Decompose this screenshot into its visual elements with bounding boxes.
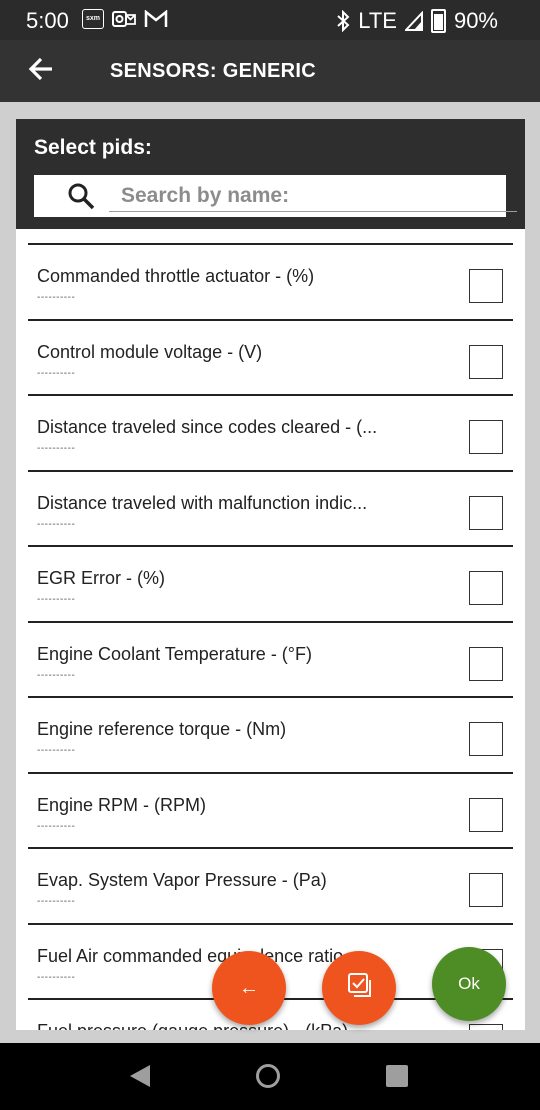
pid-checkbox[interactable] (469, 269, 503, 303)
list-item[interactable]: Distance traveled since codes cleared - … (28, 396, 513, 472)
pid-value: ---------- (37, 820, 76, 832)
list-item[interactable]: EGR Error - (%) ---------- (28, 547, 513, 623)
status-time: 5:00 (26, 8, 69, 33)
select-pids-dialog: Select pids: Commanded throttle actuator… (16, 119, 525, 1030)
pid-checkbox[interactable] (469, 420, 503, 454)
pid-name: Engine reference torque - (Nm) (37, 719, 287, 739)
list-item[interactable]: Control module voltage - (V) ---------- (28, 321, 513, 396)
pid-checkbox[interactable] (469, 722, 503, 756)
pid-name: Fuel Air commanded equivalence ratio (37, 945, 344, 966)
pid-name: Distance traveled since codes cleared - … (37, 417, 378, 437)
pid-value: ---------- (37, 367, 76, 379)
sxm-icon: sxm (82, 9, 104, 29)
pid-checkbox[interactable] (469, 797, 503, 832)
fab-ok-label: Ok (458, 974, 480, 993)
list-item[interactable]: Evap. System Vapor Pressure - (Pa) ------… (28, 849, 513, 925)
network-type: LTE (358, 8, 397, 33)
ok-fab-button[interactable]: Ok (432, 947, 506, 1021)
pid-value: ---------- (37, 971, 76, 983)
back-arrow-icon[interactable] (26, 53, 58, 85)
battery-icon (430, 9, 446, 33)
pid-value: ---------- (37, 669, 76, 681)
page-title: SENSORS: GENERIC (110, 60, 316, 82)
bluetooth-icon (337, 10, 350, 32)
pid-checkbox[interactable] (469, 1024, 503, 1030)
battery-level: 90% (453, 8, 498, 33)
search-icon (68, 183, 95, 210)
list-item[interactable]: Engine RPM - (RPM) ---------- (28, 774, 513, 849)
list-item[interactable]: Commanded throttle actuator - (%) -------… (28, 245, 513, 321)
nav-back-icon[interactable] (128, 1063, 152, 1089)
search-box (34, 175, 517, 217)
pid-value: ---------- (37, 745, 76, 756)
pid-checkbox[interactable] (469, 344, 503, 379)
pid-value: ---------- (37, 594, 76, 605)
pid-value: ---------- (37, 518, 76, 530)
pid-value: ---------- (37, 292, 76, 303)
pid-checkbox[interactable] (469, 873, 503, 907)
pid-name: Evap. System Vapor Pressure - (Pa) (37, 870, 327, 890)
back-fab-button[interactable]: ← (212, 951, 286, 1025)
pid-list: Commanded throttle actuator - (%) -------… (28, 243, 513, 1030)
list-item[interactable]: Engine Coolant Temperature - (°F) -------… (28, 623, 513, 698)
search-input[interactable] (109, 181, 517, 212)
fab-back-label: ← (239, 977, 259, 999)
pid-name: Fuel pressure (gauge pressure) - (kPa) (37, 1021, 348, 1030)
notification-icons: sxm (82, 9, 168, 29)
pid-value: ---------- (37, 443, 76, 454)
pid-name: Engine Coolant Temperature - (°F) (37, 643, 312, 664)
outlook-icon (112, 11, 136, 27)
list-item[interactable]: Engine reference torque - (Nm) ---------- (28, 698, 513, 774)
select-all-fab-button[interactable] (322, 951, 396, 1025)
pid-checkbox[interactable] (469, 571, 503, 605)
dialog-title: Select pids: (34, 136, 152, 159)
select-all-icon (348, 973, 371, 997)
system-status: LTE 90% (336, 8, 498, 34)
dialog-header: Select pids: (16, 119, 525, 229)
app-toolbar: SENSORS: GENERIC (0, 40, 540, 102)
pid-name: EGR Error - (%) (37, 568, 165, 588)
nav-home-icon[interactable] (256, 1064, 280, 1088)
gmail-icon (144, 10, 168, 27)
signal-icon (404, 11, 423, 31)
pid-name: Commanded throttle actuator - (%) (37, 266, 315, 286)
list-item[interactable]: Distance traveled with malfunction indic… (28, 472, 513, 547)
pid-name: Distance traveled with malfunction indic… (37, 492, 368, 513)
pid-value: ---------- (37, 896, 76, 907)
system-nav-bar (0, 1043, 540, 1110)
nav-recents-icon[interactable] (386, 1065, 408, 1087)
pid-checkbox[interactable] (469, 495, 503, 530)
status-bar: 5:00 sxm LTE 90% (0, 0, 540, 40)
pid-name: Control module voltage - (V) (37, 341, 263, 362)
pid-checkbox[interactable] (469, 646, 503, 681)
pid-name: Engine RPM - (RPM) (37, 794, 207, 815)
